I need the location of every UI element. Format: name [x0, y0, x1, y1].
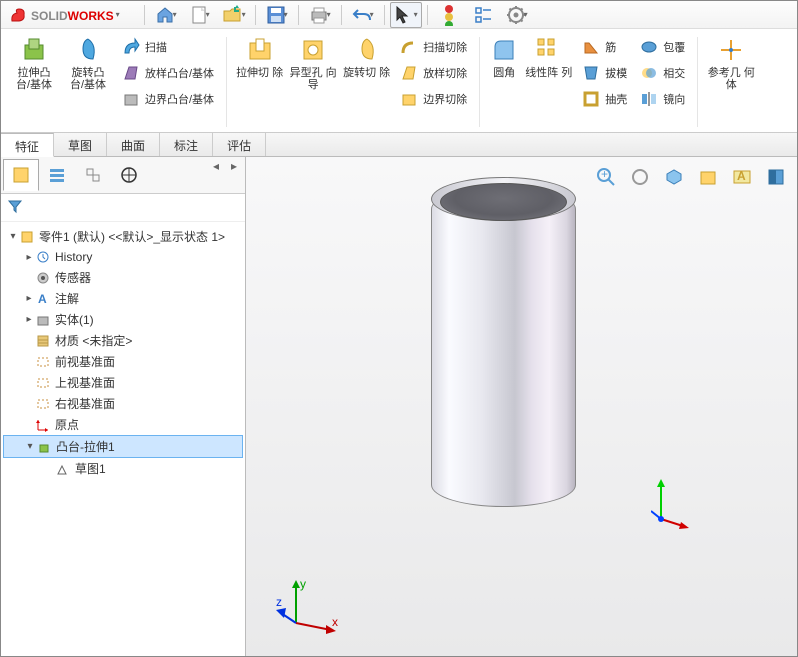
tab-features[interactable]: 特征 — [1, 133, 54, 157]
property-manager-tab[interactable] — [39, 159, 75, 191]
app-logo: SOLIDWORKS ▾ — [9, 6, 120, 24]
svg-text:A: A — [737, 169, 746, 183]
nav-prev-icon[interactable]: ◂ — [207, 159, 225, 191]
tree-right-plane[interactable]: 右视基准面 — [3, 393, 243, 414]
svg-text:y: y — [300, 578, 306, 591]
boundary-cut[interactable]: 边界切除 — [399, 89, 467, 109]
corner-triad-icon: y x z — [276, 578, 346, 638]
save-button[interactable]: ▾ — [261, 2, 293, 28]
intersect[interactable]: 相交 — [639, 63, 685, 83]
rebuild-button[interactable] — [433, 2, 465, 28]
tab-evaluate[interactable]: 评估 — [213, 133, 266, 156]
dimxpert-tab[interactable] — [111, 159, 147, 191]
draft[interactable]: 拔模 — [581, 63, 627, 83]
extrude-cut[interactable]: 拉伸切 除 — [236, 35, 283, 79]
tree-top-plane[interactable]: 上视基准面 — [3, 372, 243, 393]
feature-tree: ▾零件1 (默认) <<默认>_显示状态 1> ▸History传感器▸A注解▸… — [1, 222, 245, 656]
home-button[interactable]: ▾ — [150, 2, 182, 28]
print-button[interactable]: ▾ — [304, 2, 336, 28]
scene-icon[interactable]: A — [727, 163, 757, 191]
linear-pattern[interactable]: 线性阵 列 — [525, 35, 572, 79]
config-manager-tab[interactable] — [75, 159, 111, 191]
feature-tree-tab[interactable] — [3, 159, 39, 191]
title-bar: SOLIDWORKS ▾ ▾ ▾ ▾ ▾ ▾ ▾ ▾ ▾ — [1, 1, 797, 29]
tree-annotations[interactable]: ▸A注解 — [3, 288, 243, 309]
zoom-fit-icon[interactable]: + — [591, 163, 621, 191]
rib[interactable]: 筋 — [581, 37, 627, 57]
sweep-cut[interactable]: 扫描切除 — [399, 37, 467, 57]
wrap[interactable]: 包覆 — [639, 37, 685, 57]
command-tabs: 特征 草图 曲面 标注 评估 — [1, 133, 797, 157]
logo-dropdown-icon[interactable]: ▾ — [116, 10, 120, 19]
options-button[interactable] — [467, 2, 499, 28]
svg-text:z: z — [276, 595, 282, 609]
tab-sketch[interactable]: 草图 — [54, 133, 107, 156]
loft-boss[interactable]: 放样凸台/基体 — [121, 63, 214, 83]
extrude-boss[interactable]: 拉伸凸 台/基体 — [10, 35, 58, 91]
heads-up-toolbar: + A — [591, 163, 791, 191]
section-icon[interactable] — [761, 163, 791, 191]
origin-triad-icon — [651, 479, 691, 529]
tree-filter[interactable] — [1, 194, 245, 222]
mirror[interactable]: 镜向 — [639, 89, 685, 109]
loft-cut[interactable]: 放样切除 — [399, 63, 467, 83]
tree-sketch-1[interactable]: 草图1 — [3, 458, 243, 479]
tab-surfaces[interactable]: 曲面 — [107, 133, 160, 156]
model-cylinder[interactable] — [431, 187, 576, 507]
view-orient-icon[interactable] — [659, 163, 689, 191]
brand-solid: SOLID — [31, 9, 68, 23]
new-button[interactable]: ▾ — [184, 2, 216, 28]
ref-geom[interactable]: 参考几 何体 — [707, 35, 755, 91]
svg-text:x: x — [332, 615, 338, 629]
svg-text:+: + — [601, 167, 608, 181]
zoom-area-icon[interactable] — [625, 163, 655, 191]
nav-next-icon[interactable]: ▸ — [225, 159, 243, 191]
tree-sensors[interactable]: 传感器 — [3, 267, 243, 288]
viewport[interactable]: + A y x z — [246, 157, 797, 656]
brand-works: WORKS — [68, 9, 114, 23]
tree-material[interactable]: 材质 <未指定> — [3, 330, 243, 351]
tree-solid-bodies[interactable]: ▸实体(1) — [3, 309, 243, 330]
settings-button[interactable]: ▾ — [501, 2, 533, 28]
tree-origin[interactable]: 原点 — [3, 414, 243, 435]
sweep[interactable]: 扫描 — [121, 37, 214, 57]
ribbon: 拉伸凸 台/基体 旋转凸 台/基体 扫描 放样凸台/基体 边界凸台/基体 拉伸切… — [1, 29, 797, 133]
open-button[interactable]: ▾ — [218, 2, 250, 28]
select-button[interactable]: ▾ — [390, 2, 422, 28]
undo-button[interactable]: ▾ — [347, 2, 379, 28]
tree-history[interactable]: ▸History — [3, 247, 243, 267]
shell[interactable]: 抽壳 — [581, 89, 627, 109]
tab-annotate[interactable]: 标注 — [160, 133, 213, 156]
revolve-cut[interactable]: 旋转切 除 — [343, 35, 390, 79]
tree-front-plane[interactable]: 前视基准面 — [3, 351, 243, 372]
fillet[interactable]: 圆角 — [489, 35, 519, 79]
tree-boss-extrude-1[interactable]: ▾凸台-拉伸1 — [3, 435, 243, 458]
svg-text:A: A — [38, 292, 47, 306]
feature-manager-panel: ◂▸ ▾零件1 (默认) <<默认>_显示状态 1> ▸History传感器▸A… — [1, 157, 246, 656]
tree-root[interactable]: ▾零件1 (默认) <<默认>_显示状态 1> — [3, 226, 243, 247]
display-style-icon[interactable] — [693, 163, 723, 191]
hole-wizard[interactable]: 异型孔 向导 — [289, 35, 337, 91]
boundary-boss[interactable]: 边界凸台/基体 — [121, 89, 214, 109]
revolve-boss[interactable]: 旋转凸 台/基体 — [64, 35, 112, 91]
